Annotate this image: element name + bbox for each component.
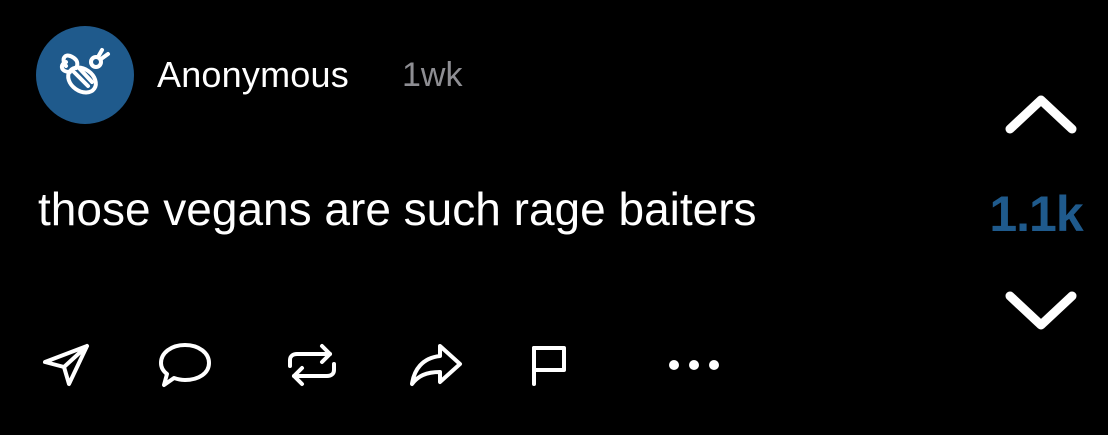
send-icon	[43, 344, 89, 386]
comment-button[interactable]	[157, 340, 213, 390]
avatar[interactable]	[36, 26, 134, 124]
post-card: Anonymous 1wk those vegans are such rage…	[0, 0, 1108, 435]
post-timestamp: 1wk	[402, 56, 463, 94]
report-button[interactable]	[520, 340, 576, 390]
repost-icon	[288, 344, 336, 386]
vote-score: 1.1k	[989, 186, 1083, 242]
share-button[interactable]	[408, 340, 464, 390]
more-options-button[interactable]	[664, 340, 724, 390]
share-icon	[410, 344, 462, 386]
author-name[interactable]: Anonymous	[157, 54, 349, 96]
more-icon	[669, 360, 719, 370]
upvote-button[interactable]	[1004, 93, 1078, 135]
repost-button[interactable]	[284, 340, 340, 390]
flag-icon	[532, 346, 566, 386]
post-text: those vegans are such rage baiters	[38, 183, 757, 235]
chevron-up-icon	[1005, 95, 1077, 134]
chevron-down-icon	[1005, 291, 1077, 330]
bee-icon	[59, 48, 110, 95]
comment-icon	[159, 343, 211, 387]
downvote-button[interactable]	[1004, 290, 1078, 332]
send-button[interactable]	[38, 340, 94, 390]
